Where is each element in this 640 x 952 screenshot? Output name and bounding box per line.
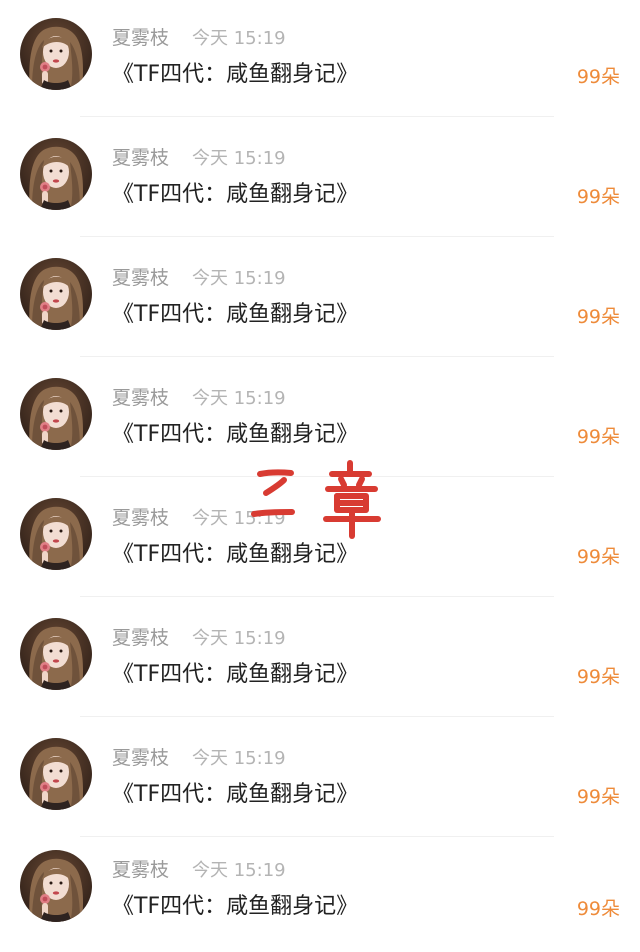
- girl-portrait-avatar-icon[interactable]: [20, 258, 92, 330]
- message-row[interactable]: 夏雾枝 今天 15:19 《TF四代：咸鱼翻身记》 99朵: [0, 600, 640, 720]
- sender-name[interactable]: 夏雾枝: [112, 386, 169, 410]
- message-list: 夏雾枝 今天 15:19 《TF四代：咸鱼翻身记》 99朵 夏雾枝 今天 15:…: [0, 0, 640, 942]
- flower-count: 99朵: [576, 426, 620, 448]
- flower-count: 99朵: [576, 186, 620, 208]
- message-row[interactable]: 夏雾枝 今天 15:19 《TF四代：咸鱼翻身记》 99朵: [0, 360, 640, 480]
- message-row[interactable]: 夏雾枝 今天 15:19 《TF四代：咸鱼翻身记》 99朵: [0, 720, 640, 840]
- girl-portrait-avatar-icon[interactable]: [20, 738, 92, 810]
- girl-portrait-avatar-icon[interactable]: [20, 850, 92, 922]
- girl-portrait-avatar-icon[interactable]: [20, 18, 92, 90]
- timestamp: 今天 15:19: [192, 268, 286, 289]
- timestamp: 今天 15:19: [192, 148, 286, 169]
- sender-name[interactable]: 夏雾枝: [112, 626, 169, 650]
- timestamp: 今天 15:19: [192, 28, 286, 49]
- flower-count: 99朵: [576, 786, 620, 808]
- row-divider: [80, 236, 554, 237]
- message-row[interactable]: 夏雾枝 今天 15:19 《TF四代：咸鱼翻身记》 99朵: [0, 120, 640, 240]
- girl-portrait-avatar-icon[interactable]: [20, 378, 92, 450]
- row-divider: [80, 356, 554, 357]
- work-title[interactable]: 《TF四代：咸鱼翻身记》: [112, 180, 358, 210]
- work-title[interactable]: 《TF四代：咸鱼翻身记》: [112, 892, 358, 922]
- sender-name[interactable]: 夏雾枝: [112, 746, 169, 770]
- sender-name[interactable]: 夏雾枝: [112, 506, 169, 530]
- flower-count: 99朵: [576, 666, 620, 688]
- row-divider: [80, 116, 554, 117]
- row-divider: [80, 596, 554, 597]
- work-title[interactable]: 《TF四代：咸鱼翻身记》: [112, 420, 358, 450]
- flower-count: 99朵: [576, 306, 620, 328]
- girl-portrait-avatar-icon[interactable]: [20, 618, 92, 690]
- message-row[interactable]: 夏雾枝 今天 15:19 《TF四代：咸鱼翻身记》 99朵: [0, 0, 640, 120]
- work-title[interactable]: 《TF四代：咸鱼翻身记》: [112, 300, 358, 330]
- timestamp: 今天 15:19: [192, 860, 286, 881]
- row-divider: [80, 476, 554, 477]
- flower-count: 99朵: [576, 546, 620, 568]
- sender-name[interactable]: 夏雾枝: [112, 26, 169, 50]
- message-row[interactable]: 夏雾枝 今天 15:19 《TF四代：咸鱼翻身记》 99朵: [0, 480, 640, 600]
- girl-portrait-avatar-icon[interactable]: [20, 138, 92, 210]
- timestamp: 今天 15:19: [192, 388, 286, 409]
- timestamp: 今天 15:19: [192, 748, 286, 769]
- girl-portrait-avatar-icon[interactable]: [20, 498, 92, 570]
- message-row[interactable]: 夏雾枝 今天 15:19 《TF四代：咸鱼翻身记》 99朵: [0, 832, 640, 952]
- work-title[interactable]: 《TF四代：咸鱼翻身记》: [112, 660, 358, 690]
- work-title[interactable]: 《TF四代：咸鱼翻身记》: [112, 780, 358, 810]
- work-title[interactable]: 《TF四代：咸鱼翻身记》: [112, 540, 358, 570]
- work-title[interactable]: 《TF四代：咸鱼翻身记》: [112, 60, 358, 90]
- timestamp: 今天 15:19: [192, 508, 286, 529]
- flower-count: 99朵: [576, 898, 620, 920]
- flower-count: 99朵: [576, 66, 620, 88]
- row-divider: [80, 716, 554, 717]
- sender-name[interactable]: 夏雾枝: [112, 146, 169, 170]
- timestamp: 今天 15:19: [192, 628, 286, 649]
- message-row[interactable]: 夏雾枝 今天 15:19 《TF四代：咸鱼翻身记》 99朵: [0, 240, 640, 360]
- sender-name[interactable]: 夏雾枝: [112, 858, 169, 882]
- sender-name[interactable]: 夏雾枝: [112, 266, 169, 290]
